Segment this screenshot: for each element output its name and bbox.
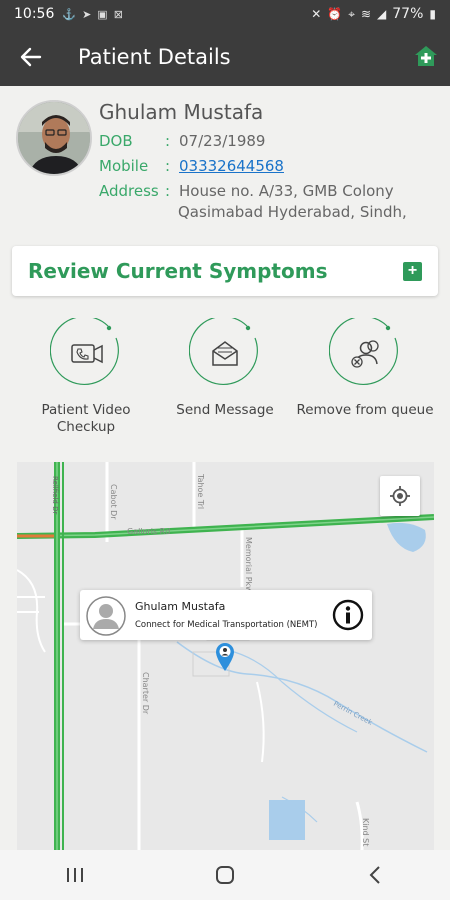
video-call-icon (49, 315, 119, 385)
send-icon: ➤ (82, 8, 92, 21)
battery-level: 77% (392, 6, 424, 22)
address-row: Address: House no. A/33, GMB Colony (99, 182, 394, 200)
crosshair-icon (390, 486, 410, 506)
home-icon (216, 866, 234, 884)
mobile-link[interactable]: 03332644568 (179, 157, 284, 175)
location-icon: ⌖ (348, 6, 355, 21)
image-icon: ▣ (97, 8, 108, 21)
battery-icon: ▮ (429, 7, 436, 21)
remove-from-queue-label: Remove from queue (296, 402, 434, 418)
avatar (16, 100, 92, 176)
address-label: Address (99, 182, 159, 200)
address-line-1: House no. A/33, GMB Colony (179, 182, 394, 200)
remove-from-queue-circle (328, 315, 401, 390)
user-placeholder-icon (86, 596, 126, 636)
patient-profile: Ghulam Mustafa DOB:07/23/1989 Mobile:033… (16, 100, 436, 230)
info-window-name: Ghulam Mustafa (135, 600, 226, 613)
send-message-circle (188, 315, 261, 390)
mail-icon (188, 315, 258, 385)
usb-icon: ⚓ (62, 8, 77, 21)
recents-icon (67, 868, 83, 882)
review-symptoms-card[interactable]: Review Current Symptoms + (12, 246, 438, 296)
status-bar: 10:56 ⚓ ➤ ▣ ⊠ ✕ ⏰ ⌖ ≋ ◢ 77% ▮ (0, 0, 450, 28)
nav-back-button[interactable] (345, 850, 405, 900)
street-label-cabot: Cabot Dr (109, 484, 118, 520)
mobile-colon: : (165, 157, 171, 175)
map-view[interactable]: Cabot Dr Tahoe Trl Galloris Rd Memorial … (17, 462, 434, 850)
video-checkup-label: Patient Video Checkup (41, 402, 131, 435)
info-window-subtitle: Connect for Medical Transportation (NEMT… (135, 620, 318, 630)
page-title: Patient Details (78, 45, 231, 69)
home-plus-icon[interactable] (414, 44, 438, 68)
street-label-memorial: Memorial Pkwy (244, 537, 253, 598)
notification-icons: ⚓ ➤ ▣ ⊠ (62, 8, 123, 21)
status-time: 10:56 (14, 6, 55, 22)
dob-value: 07/23/1989 (179, 132, 266, 150)
box-icon: ⊠ (113, 8, 123, 21)
system-nav-bar (0, 850, 450, 900)
wifi-icon: ≋ (360, 7, 372, 21)
recents-button[interactable] (45, 850, 105, 900)
review-symptoms-title: Review Current Symptoms (28, 259, 328, 283)
dob-label: DOB (99, 132, 133, 150)
mute-icon: ✕ (311, 7, 322, 21)
video-checkup-circle (49, 315, 122, 390)
street-label-tahoe: Tahoe Trl (196, 473, 205, 509)
info-icon[interactable] (332, 599, 364, 631)
system-icons: ✕ ⏰ ⌖ ≋ ◢ 77% ▮ (311, 6, 436, 22)
signal-icon: ◢ (377, 7, 387, 21)
back-arrow-icon (20, 47, 42, 67)
dob-row: DOB:07/23/1989 (99, 132, 265, 150)
map-pin-icon[interactable] (215, 642, 235, 672)
street-label-rellfield: Rellfield Dr (51, 476, 59, 514)
map-info-window[interactable]: Ghulam Mustafa Connect for Medical Trans… (80, 590, 372, 640)
add-icon[interactable]: + (403, 261, 422, 281)
patient-photo (18, 102, 90, 174)
app-bar: Patient Details (0, 28, 450, 86)
video-checkup-button[interactable]: Patient Video Checkup (16, 315, 156, 436)
send-message-label: Send Message (176, 402, 274, 418)
my-location-button[interactable] (380, 476, 420, 516)
street-label-kind: Kind St (361, 818, 370, 846)
back-icon (369, 866, 380, 884)
back-button[interactable] (0, 28, 62, 86)
address-line-2: Qasimabad Hyderabad, Sindh, (178, 203, 407, 221)
mobile-row: Mobile:03332644568 (99, 157, 284, 175)
address-colon: : (165, 182, 171, 200)
send-message-button[interactable]: Send Message (155, 315, 295, 419)
home-button[interactable] (195, 850, 255, 900)
water-pond (269, 800, 305, 840)
patient-name: Ghulam Mustafa (99, 100, 264, 124)
street-label-charter: Charter Dr (141, 672, 150, 715)
remove-from-queue-button[interactable]: Remove from queue (295, 315, 435, 419)
alarm-icon: ⏰ (327, 7, 343, 21)
remove-user-icon (328, 315, 398, 385)
dob-colon: : (165, 132, 171, 150)
mobile-label: Mobile (99, 157, 149, 175)
street-label-galloris: Galloris Rd (127, 527, 170, 536)
